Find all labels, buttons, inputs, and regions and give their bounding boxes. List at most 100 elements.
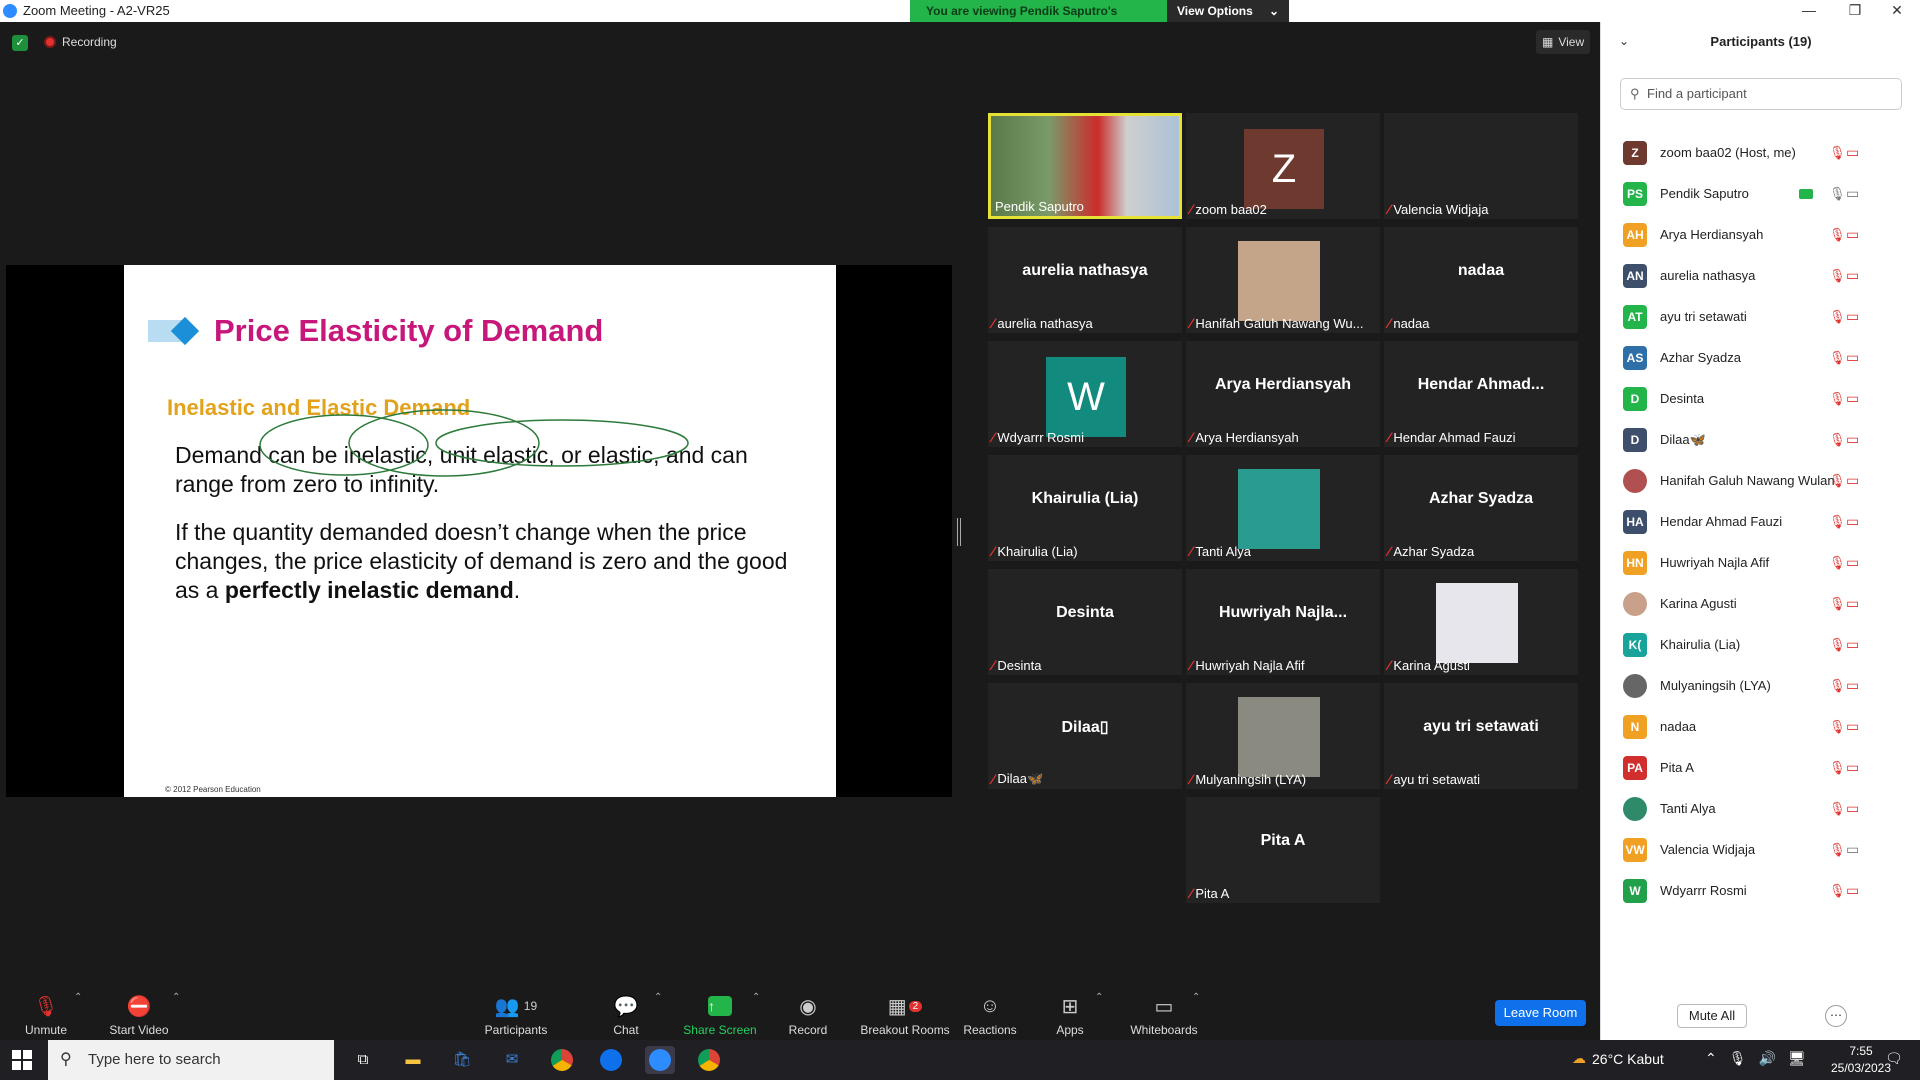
participant-row[interactable]: Tanti Alya 🎙 ▭	[1601, 788, 1920, 829]
video-tile[interactable]: Arya Herdiansyah ⁄ Arya Herdiansyah	[1186, 341, 1380, 447]
participant-name: Huwriyah Najla Afif	[1660, 555, 1770, 570]
participant-row[interactable]: HA Hendar Ahmad Fauzi 🎙 ▭	[1601, 501, 1920, 542]
microphone-icon[interactable]: 🎙	[1729, 1050, 1747, 1067]
resize-splitter[interactable]	[957, 518, 961, 546]
file-explorer-icon[interactable]: ▬	[398, 1046, 428, 1074]
video-tile[interactable]: nadaa ⁄ nadaa	[1384, 227, 1578, 333]
apps-button[interactable]: ⊞ Apps	[1053, 980, 1087, 1040]
chat-button[interactable]: 💬 Chat	[606, 980, 646, 1040]
video-tile[interactable]: Khairulia (Lia) ⁄ Khairulia (Lia)	[988, 455, 1182, 561]
participant-row[interactable]: AN aurelia nathasya 🎙 ▭	[1601, 255, 1920, 296]
participant-row[interactable]: D Dilaa🦋 🎙 ▭	[1601, 419, 1920, 460]
participant-row[interactable]: W Wdyarrr Rosmi 🎙 ▭	[1601, 870, 1920, 911]
recording-indicator[interactable]: Recording	[44, 35, 117, 49]
mute-all-button[interactable]: Mute All	[1677, 1004, 1747, 1028]
participant-row[interactable]: HN Huwriyah Najla Afif 🎙 ▭	[1601, 542, 1920, 583]
participant-name: Pendik Saputro	[1660, 186, 1749, 201]
task-view-icon[interactable]: ⧉	[348, 1046, 378, 1074]
view-button[interactable]: ▦ View	[1536, 30, 1591, 54]
video-tile[interactable]: Pendik Saputro	[988, 113, 1182, 219]
participant-row[interactable]: Zzoom baa02 (Host, me) 🎙 ▭	[1601, 132, 1920, 173]
video-tile[interactable]: Huwriyah Najla... ⁄ Huwriyah Najla Afif	[1186, 569, 1380, 675]
volume-icon[interactable]: 🔊	[1759, 1050, 1776, 1067]
taskbar-search-input[interactable]: ⚲ Type here to search	[48, 1040, 334, 1080]
participant-row[interactable]: Hanifah Galuh Nawang Wulan 🎙 ▭	[1601, 460, 1920, 501]
video-tile[interactable]: ⁄ Valencia Widjaja	[1384, 113, 1578, 219]
video-tile[interactable]: ⁄ Tanti Alya	[1186, 455, 1380, 561]
breakout-rooms-button[interactable]: ▦ 2 Breakout Rooms	[856, 980, 954, 1040]
video-tile[interactable]: W ⁄ Wdyarrr Rosmi	[988, 341, 1182, 447]
participant-row[interactable]: Karina Agusti 🎙 ▭	[1601, 583, 1920, 624]
annotation-circle-unit-elastic	[348, 409, 540, 477]
teamviewer-icon[interactable]	[596, 1046, 626, 1074]
muted-microphone-icon: ⁄	[1190, 657, 1193, 673]
whiteboards-button[interactable]: ▭ Whiteboards	[1124, 980, 1204, 1040]
more-options-icon[interactable]: ⋯	[1825, 1005, 1847, 1027]
mail-icon[interactable]: ✉	[497, 1046, 527, 1074]
participant-row[interactable]: K(Khairulia (Lia) 🎙 ▭	[1601, 624, 1920, 665]
notifications-icon[interactable]: 🗨	[1885, 1050, 1903, 1067]
participant-display-name: aurelia nathasya	[1022, 262, 1148, 279]
participant-row[interactable]: PS Pendik Saputro 🎙 ▭	[1601, 173, 1920, 214]
muted-microphone-icon: ⁄	[1388, 201, 1391, 217]
chrome-profile-icon[interactable]	[694, 1046, 724, 1074]
participants-button[interactable]: 👥 19 Participants	[478, 980, 554, 1040]
video-tile[interactable]: Desinta ⁄ Desinta	[988, 569, 1182, 675]
unmute-button[interactable]: 🎙 Unmute	[18, 980, 74, 1040]
maximize-button[interactable]: ❐	[1832, 0, 1878, 22]
video-tile[interactable]: Pita A ⁄ Pita A	[1186, 797, 1380, 903]
taskbar-clock[interactable]: 7:55 25/03/2023	[1829, 1043, 1893, 1077]
whiteboard-options-caret[interactable]: ⌃	[1192, 992, 1200, 1003]
view-options-button[interactable]: View Options ⌄	[1167, 0, 1289, 22]
participant-avatar: AH	[1623, 222, 1647, 247]
security-shield-icon[interactable]: ✓	[12, 35, 28, 51]
apps-options-caret[interactable]: ⌃	[1095, 992, 1103, 1003]
participant-row[interactable]: D Desinta 🎙 ▭	[1601, 378, 1920, 419]
start-video-button[interactable]: ⛔ Start Video	[104, 980, 174, 1040]
share-options-caret[interactable]: ⌃	[752, 992, 760, 1003]
tile-name-text: Pendik Saputro	[995, 199, 1084, 214]
participant-row[interactable]: AT ayu tri setawati 🎙 ▭	[1601, 296, 1920, 337]
chat-options-caret[interactable]: ⌃	[654, 992, 662, 1003]
share-screen-button[interactable]: ↑ Share Screen	[680, 980, 760, 1040]
store-icon[interactable]: 🛍	[447, 1046, 477, 1074]
video-tile[interactable]: aurelia nathasya ⁄ aurelia nathasya	[988, 227, 1182, 333]
zoom-taskbar-icon[interactable]	[645, 1046, 675, 1074]
audio-options-caret[interactable]: ⌃	[74, 992, 82, 1003]
video-tile[interactable]: Z ⁄ zoom baa02	[1186, 113, 1380, 219]
tray-chevron-icon[interactable]: ⌃	[1705, 1050, 1717, 1067]
participant-row[interactable]: AH Arya Herdiansyah 🎙 ▭	[1601, 214, 1920, 255]
participant-row[interactable]: Mulyaningsih (LYA) 🎙 ▭	[1601, 665, 1920, 706]
participant-row[interactable]: Nnadaa 🎙 ▭	[1601, 706, 1920, 747]
tile-name-label: ⁄ Hanifah Galuh Nawang Wu...	[1190, 315, 1363, 331]
minimize-button[interactable]: —	[1786, 0, 1832, 22]
participant-row[interactable]: AS Azhar Syadza 🎙 ▭	[1601, 337, 1920, 378]
video-tile[interactable]: ayu tri setawati ⁄ ayu tri setawati	[1384, 683, 1578, 789]
participant-name: ayu tri setawati	[1660, 309, 1747, 324]
video-tile[interactable]: ⁄ Mulyaningsih (LYA)	[1186, 683, 1380, 789]
tile-name-label: ⁄ Tanti Alya	[1190, 543, 1251, 559]
participant-row[interactable]: VW Valencia Widjaja 🎙 ▭	[1601, 829, 1920, 870]
video-tile[interactable]: ⁄ Karina Agusti	[1384, 569, 1578, 675]
reactions-button[interactable]: ☺ Reactions	[960, 980, 1020, 1040]
muted-microphone-icon: ⁄	[1190, 429, 1193, 445]
video-tile[interactable]: ⁄ Hanifah Galuh Nawang Wu...	[1186, 227, 1380, 333]
video-tile[interactable]: Hendar Ahmad... ⁄ Hendar Ahmad Fauzi	[1384, 341, 1578, 447]
video-options-caret[interactable]: ⌃	[172, 992, 180, 1003]
video-tile[interactable]: Azhar Syadza ⁄ Azhar Syadza	[1384, 455, 1578, 561]
close-button[interactable]: ✕	[1874, 0, 1920, 22]
weather-widget[interactable]: ☁ 26°C Kabut	[1572, 1050, 1664, 1067]
participant-display-name: ayu tri setawati	[1423, 718, 1539, 735]
participant-avatar: HA	[1623, 509, 1647, 534]
grid-icon: ▦	[1542, 35, 1554, 49]
video-tile[interactable]: Dilaa▯ ⁄ Dilaa🦋	[988, 683, 1182, 789]
participant-avatar: AT	[1623, 304, 1647, 329]
network-icon[interactable]: 🖥	[1788, 1050, 1806, 1067]
record-button[interactable]: ◉ Record	[785, 980, 831, 1040]
participant-row[interactable]: PA Pita A 🎙 ▭	[1601, 747, 1920, 788]
chrome-icon[interactable]	[547, 1046, 577, 1074]
tile-name-text: Khairulia (Lia)	[997, 543, 1078, 559]
leave-room-button[interactable]: Leave Room	[1495, 1000, 1586, 1026]
find-participant-input[interactable]: ⚲ Find a participant	[1620, 78, 1902, 110]
windows-start-icon[interactable]	[12, 1050, 32, 1070]
